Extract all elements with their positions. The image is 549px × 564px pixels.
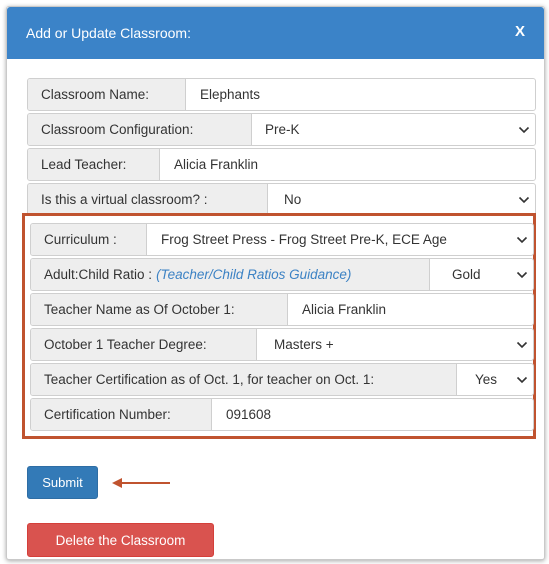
modal-header: Add or Update Classroom: X (7, 7, 544, 59)
classroom-name-label: Classroom Name: (28, 79, 186, 110)
chevron-down-icon (518, 126, 530, 133)
teacher-name-oct1-label: Teacher Name as Of October 1: (31, 294, 288, 325)
classroom-config-value: Pre-K (265, 122, 300, 137)
cert-number-label: Certification Number: (31, 399, 212, 430)
ratio-guidance-link[interactable]: (Teacher/Child Ratios Guidance) (156, 267, 351, 282)
virtual-classroom-label: Is this a virtual classroom? : (28, 184, 268, 215)
submit-button[interactable]: Submit (27, 466, 98, 499)
virtual-classroom-value: No (284, 192, 302, 207)
classroom-config-label: Classroom Configuration: (28, 114, 252, 145)
classroom-config-select[interactable]: Pre-K (252, 114, 535, 145)
oct1-degree-select[interactable]: Masters + (257, 329, 533, 360)
lead-teacher-input[interactable]: Alicia Franklin (160, 149, 535, 180)
classroom-name-row: Classroom Name: Elephants (27, 78, 536, 111)
cert-number-input[interactable]: 091608 (212, 399, 533, 430)
ratio-label-text: Adult:Child Ratio : (44, 267, 153, 282)
chevron-down-icon (518, 196, 530, 203)
delete-classroom-button[interactable]: Delete the Classroom (27, 523, 214, 557)
curriculum-row: Curriculum : Frog Street Press - Frog St… (30, 223, 534, 256)
classroom-name-input[interactable]: Elephants (186, 79, 535, 110)
virtual-classroom-row: Is this a virtual classroom? : No (27, 183, 536, 216)
lead-teacher-row: Lead Teacher: Alicia Franklin (27, 148, 536, 181)
curriculum-select[interactable]: Frog Street Press - Frog Street Pre-K, E… (147, 224, 533, 255)
classroom-modal: Add or Update Classroom: X Classroom Nam… (6, 6, 545, 560)
certification-label: Teacher Certification as of Oct. 1, for … (31, 364, 457, 395)
certification-value: Yes (475, 372, 498, 387)
curriculum-label: Curriculum : (31, 224, 147, 255)
oct1-degree-value: Masters + (274, 337, 334, 352)
certification-row: Teacher Certification as of Oct. 1, for … (30, 363, 534, 396)
teacher-name-oct1-row: Teacher Name as Of October 1: Alicia Fra… (30, 293, 534, 326)
classroom-config-row: Classroom Configuration: Pre-K (27, 113, 536, 146)
curriculum-value: Frog Street Press - Frog Street Pre-K, E… (161, 232, 447, 247)
oct1-degree-label: October 1 Teacher Degree: (31, 329, 257, 360)
modal-title: Add or Update Classroom: (26, 25, 191, 41)
close-button[interactable]: X (508, 20, 532, 44)
cert-number-row: Certification Number: 091608 (30, 398, 534, 431)
chevron-down-icon (516, 236, 528, 243)
lead-teacher-label: Lead Teacher: (28, 149, 160, 180)
certification-select[interactable]: Yes (457, 364, 533, 395)
teacher-name-oct1-input[interactable]: Alicia Franklin (288, 294, 533, 325)
ratio-value: Gold (452, 267, 481, 282)
virtual-classroom-select[interactable]: No (268, 184, 535, 215)
chevron-down-icon (516, 271, 528, 278)
chevron-down-icon (516, 376, 528, 383)
ratio-select[interactable]: Gold (430, 259, 533, 290)
chevron-down-icon (516, 341, 528, 348)
oct1-degree-row: October 1 Teacher Degree: Masters + (30, 328, 534, 361)
ratio-label: Adult:Child Ratio : (Teacher/Child Ratio… (31, 259, 430, 290)
ratio-row: Adult:Child Ratio : (Teacher/Child Ratio… (30, 258, 534, 291)
arrow-left-icon (112, 478, 170, 488)
